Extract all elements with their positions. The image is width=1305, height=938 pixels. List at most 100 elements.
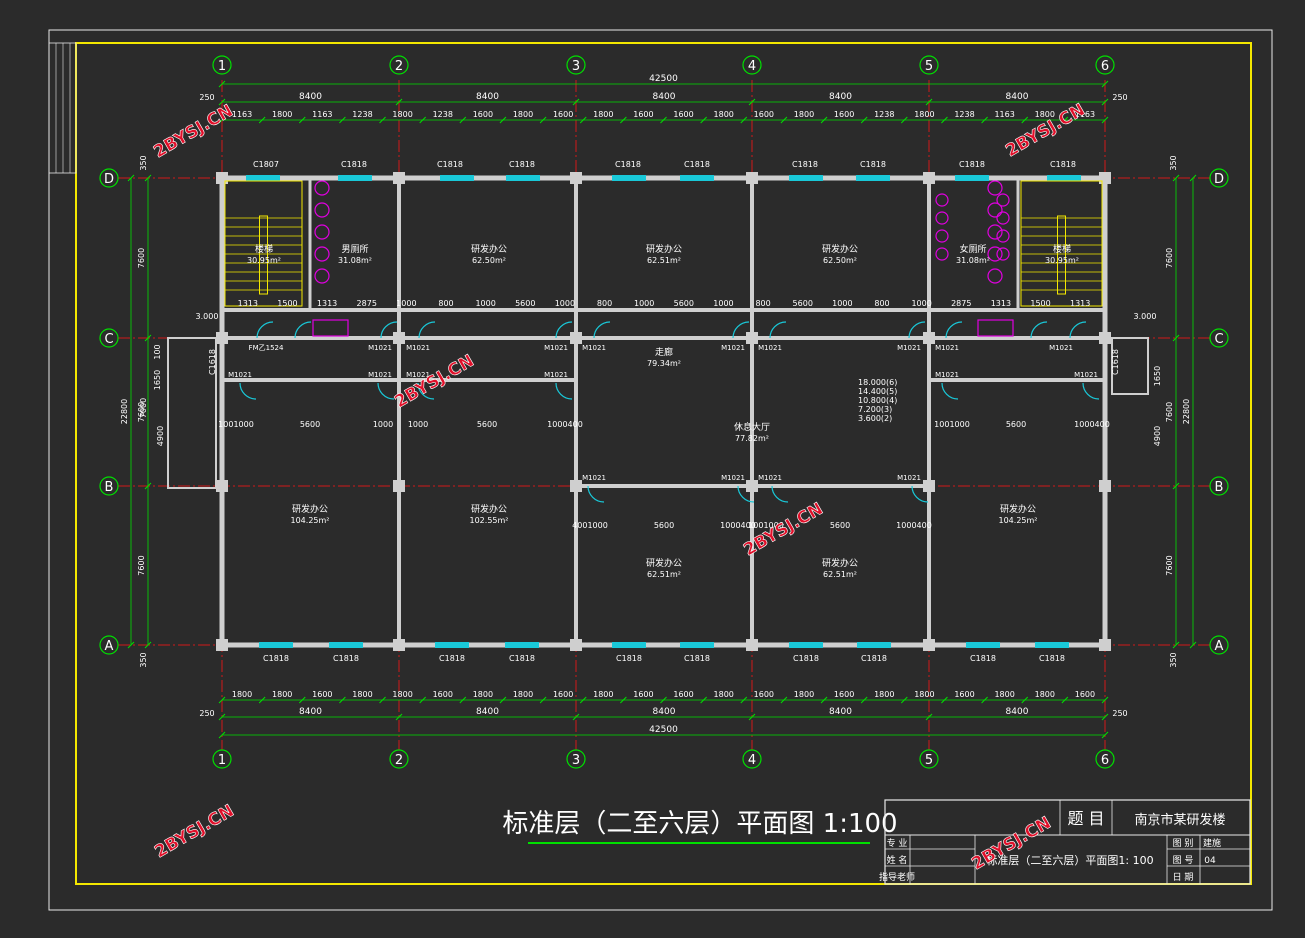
dim-detail-top-label: 1800 <box>392 110 412 119</box>
tb-name-label: 姓 名 <box>887 854 908 866</box>
dim-detail-top-label: 1238 <box>433 110 453 119</box>
window <box>789 642 823 648</box>
door-label: M1021 <box>1049 344 1073 352</box>
corridor-dim-label: 5600 <box>830 521 850 530</box>
door-label: M1021 <box>582 474 606 482</box>
title-block: 题 目南京市某研发楼专 业姓 名指导老师标准层（二至六层）平面图1: 100图 … <box>879 799 1251 885</box>
dim-sub-left: 350 <box>139 155 148 170</box>
dim-detail-top-label: 1800 <box>794 110 814 119</box>
axis-bubble-label: 1 <box>218 59 226 74</box>
binding-strip <box>48 42 77 174</box>
room-area: 30.95m² <box>247 256 281 265</box>
dim-rows-right-label: 7600 <box>1165 402 1174 422</box>
corridor-dim-label: 2875 <box>357 299 377 308</box>
tb-number-value: 04 <box>1204 856 1216 866</box>
outer-frame <box>48 29 1273 911</box>
window-label: C1818 <box>1039 654 1065 663</box>
axis-bubble-label: 4 <box>748 753 756 768</box>
corridor-dim-label: 1313 <box>238 299 258 308</box>
walls <box>167 172 1149 651</box>
window-label: C1818 <box>792 160 818 169</box>
column <box>570 639 582 651</box>
wash-basin <box>977 319 1014 337</box>
toilet-fixture <box>314 180 330 196</box>
dim-detail-top-label: 1800 <box>593 110 613 119</box>
corridor-dim-label: 1000400 <box>547 420 583 429</box>
room-area: 104.25m² <box>291 516 330 525</box>
dim-sub-right: 350 <box>1169 652 1178 667</box>
watermark-text: 2BYSJ.CN <box>150 101 236 162</box>
window-label: C1818 <box>684 654 710 663</box>
door-label: M1021 <box>228 371 252 379</box>
dim-sub-left: 7000 <box>139 398 148 418</box>
toilet-fixture <box>314 224 330 240</box>
axis-bubble-label: A <box>105 639 114 654</box>
dim-edge-label: 250 <box>199 93 214 102</box>
dim-detail-bottom-label: 1600 <box>1075 690 1095 699</box>
door-label: M1021 <box>368 344 392 352</box>
window <box>789 175 823 181</box>
room-area: 104.25m² <box>999 516 1038 525</box>
door-label: M1021 <box>758 474 782 482</box>
room-area: 77.82m² <box>735 434 769 443</box>
dim-bays-bottom-label: 8400 <box>653 707 676 717</box>
window <box>1035 642 1069 648</box>
dim-detail-top-label: 1600 <box>473 110 493 119</box>
door-label: M1021 <box>368 371 392 379</box>
dim-bays-top-label: 8400 <box>829 92 852 102</box>
door-swing <box>294 321 312 339</box>
dim-detail-bottom-label: 1800 <box>352 690 372 699</box>
dim-detail-top-label: 1163 <box>312 110 332 119</box>
dim-overall-bottom-label: 42500 <box>649 725 678 735</box>
column <box>216 639 228 651</box>
corridor-dim-label: 5600 <box>793 299 813 308</box>
window-label: C1818 <box>439 654 465 663</box>
door-label: FM乙1524 <box>249 344 284 352</box>
corridor-dim-label: 1313 <box>317 299 337 308</box>
dim-detail-top-label: 1600 <box>553 110 573 119</box>
corridor-dim-label: 5600 <box>654 521 674 530</box>
dim-detail-bottom-label: 1800 <box>473 690 493 699</box>
axis-bubble-label: 6 <box>1101 59 1109 74</box>
window <box>505 642 539 648</box>
column <box>923 480 935 492</box>
column <box>570 332 582 344</box>
elevation-label: 3.000 <box>196 312 219 321</box>
corridor-dim-label: 800 <box>438 299 453 308</box>
window-label: C1818 <box>437 160 463 169</box>
window-label: C1818 <box>959 160 985 169</box>
corridor-dim-label: 5600 <box>1006 420 1026 429</box>
toilet-fixture <box>314 202 330 218</box>
window-label: C1818 <box>341 160 367 169</box>
toilet-fixture <box>935 193 949 207</box>
column <box>1099 332 1111 344</box>
elevation-stack-label: 7.200(3) <box>858 405 892 414</box>
dim-detail-top-label: 1238 <box>352 110 372 119</box>
door-swing <box>593 321 611 339</box>
toilet-fixture <box>935 211 949 225</box>
corridor-dim-label: 1000 <box>713 299 733 308</box>
door-swing <box>555 382 573 400</box>
corridor-dim-label: 1000400 <box>896 521 932 530</box>
door-swing <box>941 382 959 400</box>
corridor-dim-label: 1000 <box>396 299 416 308</box>
column <box>746 332 758 344</box>
dimensions: 42500 8400 8400 8400 8400 8400 250 250 1163 1800 1… <box>120 74 1197 739</box>
dim-detail-top-label: 1800 <box>714 110 734 119</box>
door-label: M1021 <box>582 344 606 352</box>
drawing-title: 标准层（二至六层）平面图 1:100 <box>502 809 897 839</box>
column <box>923 639 935 651</box>
door-label: M1021 <box>758 344 782 352</box>
labels: C1807 C1818 C1818 C1818 C1818 C1818 C1818 C1818… <box>196 160 1156 844</box>
window-label: C1818 <box>615 160 641 169</box>
toilet-fixture <box>314 268 330 284</box>
door-label: M1021 <box>935 371 959 379</box>
door-label: M1021 <box>544 344 568 352</box>
axis-bubble-label: A <box>1215 639 1224 654</box>
dim-sub-left: 1650 <box>153 370 162 390</box>
elevation-stack-label: 10.800(4) <box>858 396 897 405</box>
dim-detail-top-label: 1600 <box>633 110 653 119</box>
dim-bays-top-label: 8400 <box>299 92 322 102</box>
column <box>216 332 228 344</box>
dim-bays-bottom-label: 8400 <box>829 707 852 717</box>
